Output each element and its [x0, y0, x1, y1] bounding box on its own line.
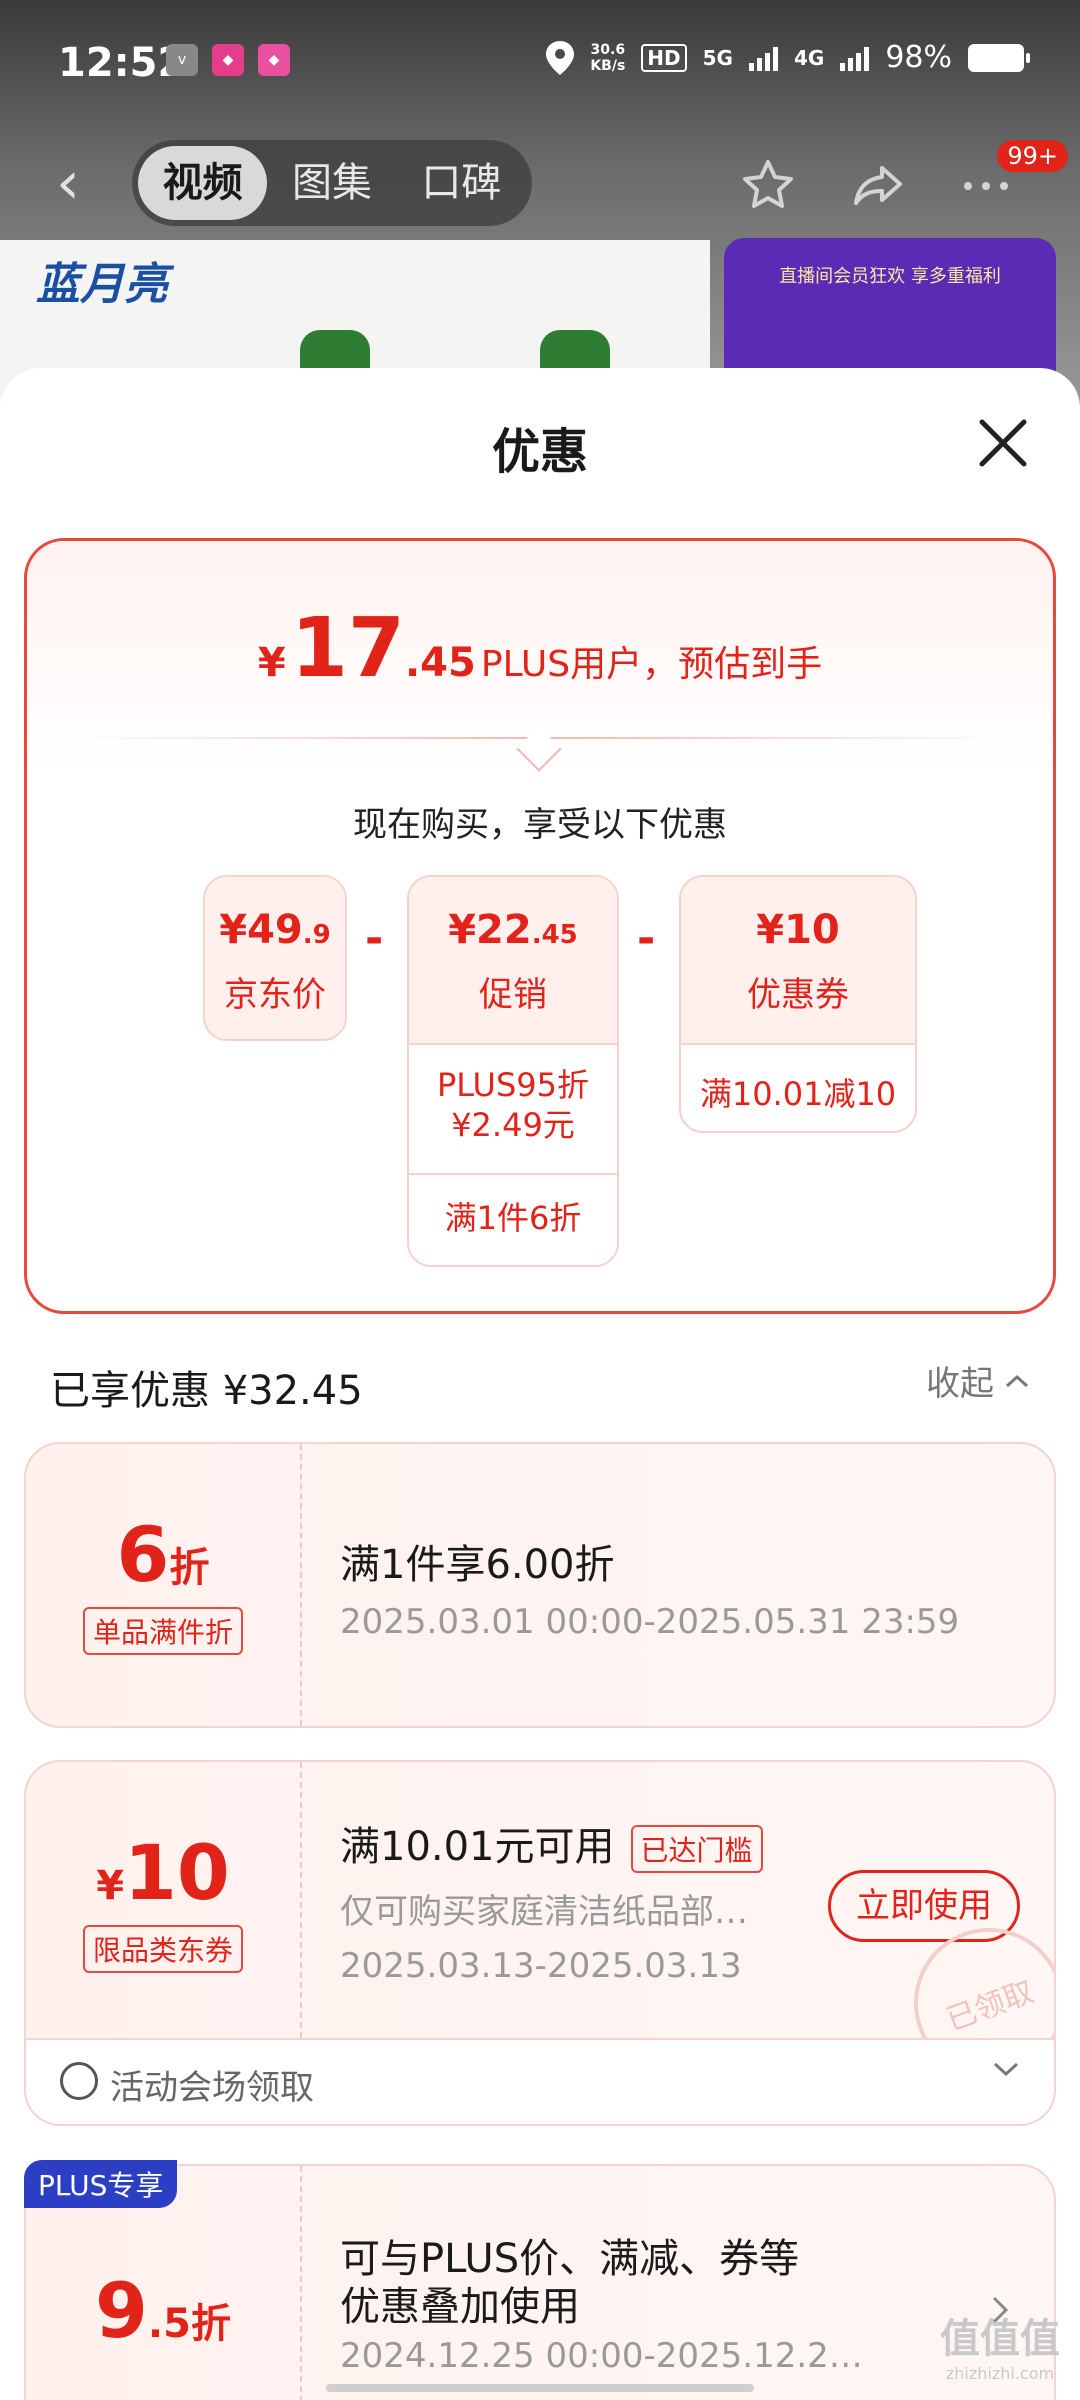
- network-speed: 30.6 KB/s: [590, 42, 625, 74]
- price-decimal: .45: [404, 640, 476, 686]
- calc-amount: ¥10: [681, 877, 915, 953]
- deal-card-coupon: ¥10 限品类东券 满10.01元可用 已达门槛 仅可购买家庭清洁纸品部… 202…: [24, 1760, 1056, 2040]
- star-icon[interactable]: [738, 156, 798, 216]
- deal-value-panel: 6折 单品满件折: [26, 1444, 302, 1726]
- calc-amount-main: ¥10: [756, 907, 840, 953]
- calc-card-coupon: ¥10 优惠券 满10.01减10: [679, 875, 917, 1133]
- signal-5g-icon: [748, 45, 778, 71]
- deal-period: 2024.12.25 00:00-2025.12.2…: [340, 2336, 863, 2376]
- calc-amount-decimal: .45: [531, 920, 578, 950]
- tab-video[interactable]: 视频: [138, 146, 268, 220]
- brand-logo: 蓝月亮: [36, 259, 168, 310]
- 4g-label: 4G: [793, 45, 825, 70]
- deal-tag: 限品类东券: [82, 1925, 243, 1973]
- bulk-discount-detail: 满1件6折: [409, 1173, 617, 1257]
- calc-label: 优惠券: [747, 975, 849, 1015]
- venue-claim-label: 活动会场领取: [110, 2068, 314, 2108]
- status-right: 30.6 KB/s HD 5G 4G 98%: [546, 40, 1030, 75]
- background-product-page: 12:52 v ◆ ◆ 30.6 KB/s HD 5G 4G 98% ‹ 视频 …: [0, 0, 1080, 420]
- watermark-main: 值值值: [940, 2316, 1060, 2362]
- calc-card-promotion: ¥22.45 促销 PLUS95折 ¥2.49元 满1件6折: [407, 875, 619, 1267]
- collapse-label: 收起: [926, 1364, 994, 1404]
- plus-exclusive-tag: PLUS专享: [24, 2160, 178, 2208]
- status-bar: 12:52 v ◆ ◆ 30.6 KB/s HD 5G 4G 98%: [0, 0, 1080, 120]
- divider-notch: [516, 726, 562, 772]
- shopping-app-icon: ◆: [212, 44, 244, 76]
- location-icon: [546, 40, 575, 75]
- minus-sign: -: [365, 913, 384, 964]
- vivo-app-icon: v: [166, 44, 198, 76]
- shopping-app-icon-2: ◆: [258, 44, 290, 76]
- threshold-reached-badge: 已达门槛: [630, 1825, 763, 1873]
- calc-amount-main: ¥22: [448, 907, 532, 953]
- coupon-threshold-detail: 满10.01减10: [681, 1043, 915, 1131]
- deal-value: ¥10: [26, 1762, 300, 1917]
- deal-period: 2025.03.13-2025.03.13: [340, 1946, 742, 1986]
- watermark-url: zhizhizhi.com: [945, 2364, 1055, 2383]
- deal-value-decimal: .5: [147, 2301, 191, 2347]
- calc-amount-decimal: .9: [302, 920, 331, 950]
- chevron-down-icon: [993, 2062, 1019, 2077]
- network-speed-value: 30.6: [590, 41, 626, 58]
- deal-value-number: 9: [95, 2266, 148, 2355]
- live-promo-text: 直播间会员狂欢 享多重福利: [779, 266, 1001, 287]
- hd-icon: HD: [641, 43, 687, 72]
- sheet-title: 优惠: [491, 424, 588, 480]
- deal-value-unit: 折: [190, 2301, 231, 2347]
- deal-value-number: 10: [124, 1828, 230, 1917]
- battery-percent: 98%: [885, 40, 952, 75]
- calc-amount-main: ¥49: [219, 907, 303, 953]
- enjoyed-discount: 已享优惠 ¥32.45: [50, 1368, 363, 1414]
- home-indicator[interactable]: [326, 2384, 754, 2392]
- tab-reviews[interactable]: 口碑: [397, 146, 526, 220]
- calc-card-jd-price: ¥49.9 京东价: [203, 875, 347, 1041]
- price-summary-card: ¥ 17.45 PLUS用户，预估到手 现在购买，享受以下优惠 ¥49.9 京东…: [24, 538, 1056, 1314]
- deal-card-plus[interactable]: 9.5折 可与PLUS价、满减、券等 优惠叠加使用 2024.12.25 00:…: [24, 2164, 1056, 2400]
- message-badge: 99+: [997, 140, 1068, 172]
- network-speed-unit: KB/s: [590, 57, 626, 74]
- price-caption: PLUS用户，预估到手: [480, 644, 823, 685]
- watermark: 值值值 zhizhizhi.com: [940, 2306, 1060, 2383]
- deal-title-text: 满10.01元可用: [340, 1824, 615, 1870]
- calc-label: 促销: [479, 975, 547, 1015]
- chevron-up-icon: [1005, 1374, 1029, 1387]
- tab-gallery[interactable]: 图集: [267, 146, 396, 220]
- deal-value: 6折: [26, 1444, 300, 1599]
- top-nav: ‹ 视频 图集 口碑 99+: [0, 140, 1080, 230]
- plus-discount-detail: PLUS95折 ¥2.49元: [409, 1043, 617, 1173]
- venue-claim-row[interactable]: 活动会场领取: [24, 2040, 1056, 2126]
- buy-now-text: 现在购买，享受以下优惠: [353, 805, 727, 845]
- deal-card-bulk-discount[interactable]: 6折 单品满件折 满1件享6.00折 2025.03.01 00:00-2025…: [24, 1442, 1056, 1728]
- deal-description: 仅可购买家庭清洁纸品部…: [340, 1892, 748, 1932]
- ticket-icon: [60, 2062, 98, 2100]
- calc-label: 京东价: [224, 975, 326, 1015]
- calc-amount: ¥22.45: [409, 877, 617, 953]
- deal-value-prefix: ¥: [96, 1863, 125, 1909]
- estimated-price: ¥ 17.45 PLUS用户，预估到手: [27, 601, 1053, 696]
- discount-sheet: 优惠 ¥ 17.45 PLUS用户，预估到手 现在购买，享受以下优惠 ¥49.9…: [0, 368, 1080, 2400]
- deal-period: 2025.03.01 00:00-2025.05.31 23:59: [340, 1602, 960, 1642]
- 5g-label: 5G: [702, 45, 733, 70]
- minus-sign: -: [637, 913, 656, 964]
- deal-value-unit: 折: [169, 1545, 210, 1591]
- deal-title: 满10.01元可用 已达门槛: [340, 1814, 763, 1873]
- deal-value-panel: ¥10 限品类东券: [26, 1762, 302, 2038]
- signal-4g-icon: [840, 45, 870, 71]
- deal-tag: 单品满件折: [82, 1607, 243, 1655]
- share-icon[interactable]: [848, 156, 908, 216]
- deal-value-number: 6: [116, 1510, 170, 1599]
- close-icon[interactable]: [976, 416, 1030, 470]
- media-tabs: 视频 图集 口碑: [132, 140, 532, 226]
- back-icon[interactable]: ‹: [56, 153, 96, 213]
- status-app-icons: v ◆ ◆: [166, 44, 290, 76]
- battery-icon: [968, 43, 1030, 72]
- deal-title: 满1件享6.00折: [340, 1542, 615, 1588]
- currency-symbol: ¥: [257, 640, 286, 686]
- deal-title-line-2: 优惠叠加使用: [340, 2284, 580, 2330]
- collapse-toggle[interactable]: 收起: [926, 1356, 1030, 1405]
- calc-amount: ¥49.9: [205, 877, 345, 953]
- price-integer: 17: [290, 601, 405, 696]
